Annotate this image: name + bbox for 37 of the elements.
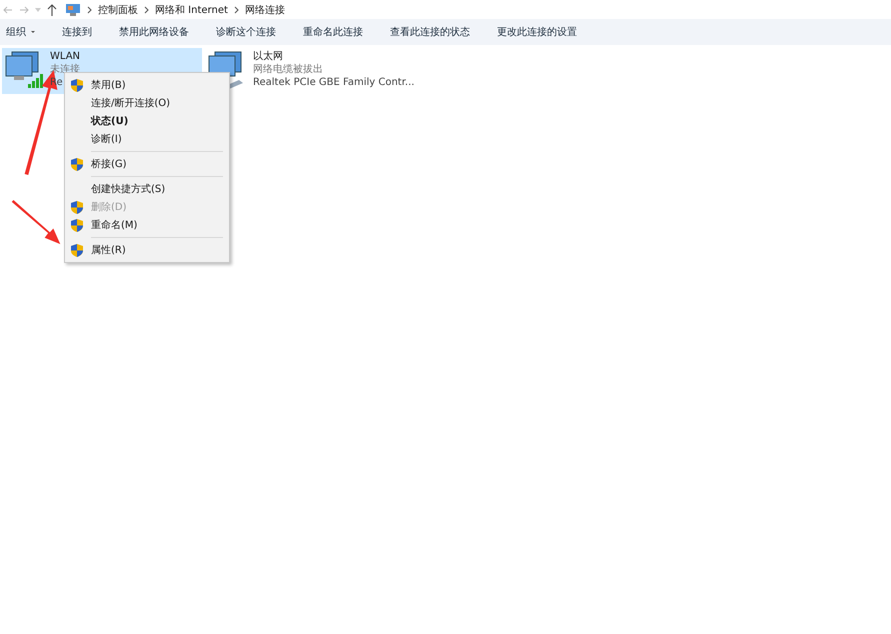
up-icon[interactable]: [47, 4, 57, 16]
menu-item[interactable]: 创建快捷方式(S): [65, 180, 229, 198]
connection-name: 以太网: [253, 50, 283, 63]
chevron-icon: [87, 6, 92, 14]
breadcrumb-item[interactable]: 网络连接: [244, 2, 285, 16]
menu-item[interactable]: 连接/断开连接(O): [65, 94, 229, 112]
forward-icon[interactable]: [19, 4, 29, 14]
menu-item[interactable]: 重命名(M): [65, 216, 229, 234]
connection-name: WLAN: [50, 50, 80, 63]
menu-item[interactable]: 诊断(I): [65, 130, 229, 148]
shield-icon: [71, 158, 83, 170]
back-icon[interactable]: [3, 4, 13, 14]
toolbar-button[interactable]: 重命名此连接: [299, 25, 374, 39]
shield-icon: [71, 78, 83, 92]
menu-item[interactable]: 桥接(G): [65, 155, 229, 173]
control-panel-icon: [65, 2, 81, 16]
dropdown-icon[interactable]: [35, 8, 41, 12]
caret-icon: [31, 30, 35, 34]
wireless-adapter-icon: [4, 50, 44, 90]
annotation-arrow: [10, 200, 62, 246]
shield-icon: [71, 200, 83, 214]
toolbar-button[interactable]: 禁用此网络设备: [115, 25, 200, 39]
toolbar-button[interactable]: 更改此连接的设置: [493, 25, 588, 39]
chevron-icon: [234, 6, 239, 14]
breadcrumb-item[interactable]: 控制面板: [98, 2, 138, 16]
toolbar-button[interactable]: 诊断这个连接: [212, 25, 287, 39]
toolbar-button[interactable]: 组织: [2, 25, 46, 39]
shield-icon: [71, 218, 83, 232]
chevron-icon: [144, 6, 149, 14]
menu-item[interactable]: 状态(U): [65, 112, 229, 130]
breadcrumb-item[interactable]: 网络和 Internet: [155, 2, 228, 16]
toolbar-button[interactable]: 连接到: [58, 25, 103, 39]
shield-icon: [71, 244, 83, 256]
adapter-name: Realtek PCIe GBE Family Contr...: [253, 76, 414, 89]
menu-item[interactable]: 属性(R): [65, 241, 229, 259]
connection-status: 网络电缆被拔出: [253, 63, 323, 76]
toolbar-button[interactable]: 查看此连接的状态: [386, 25, 481, 39]
